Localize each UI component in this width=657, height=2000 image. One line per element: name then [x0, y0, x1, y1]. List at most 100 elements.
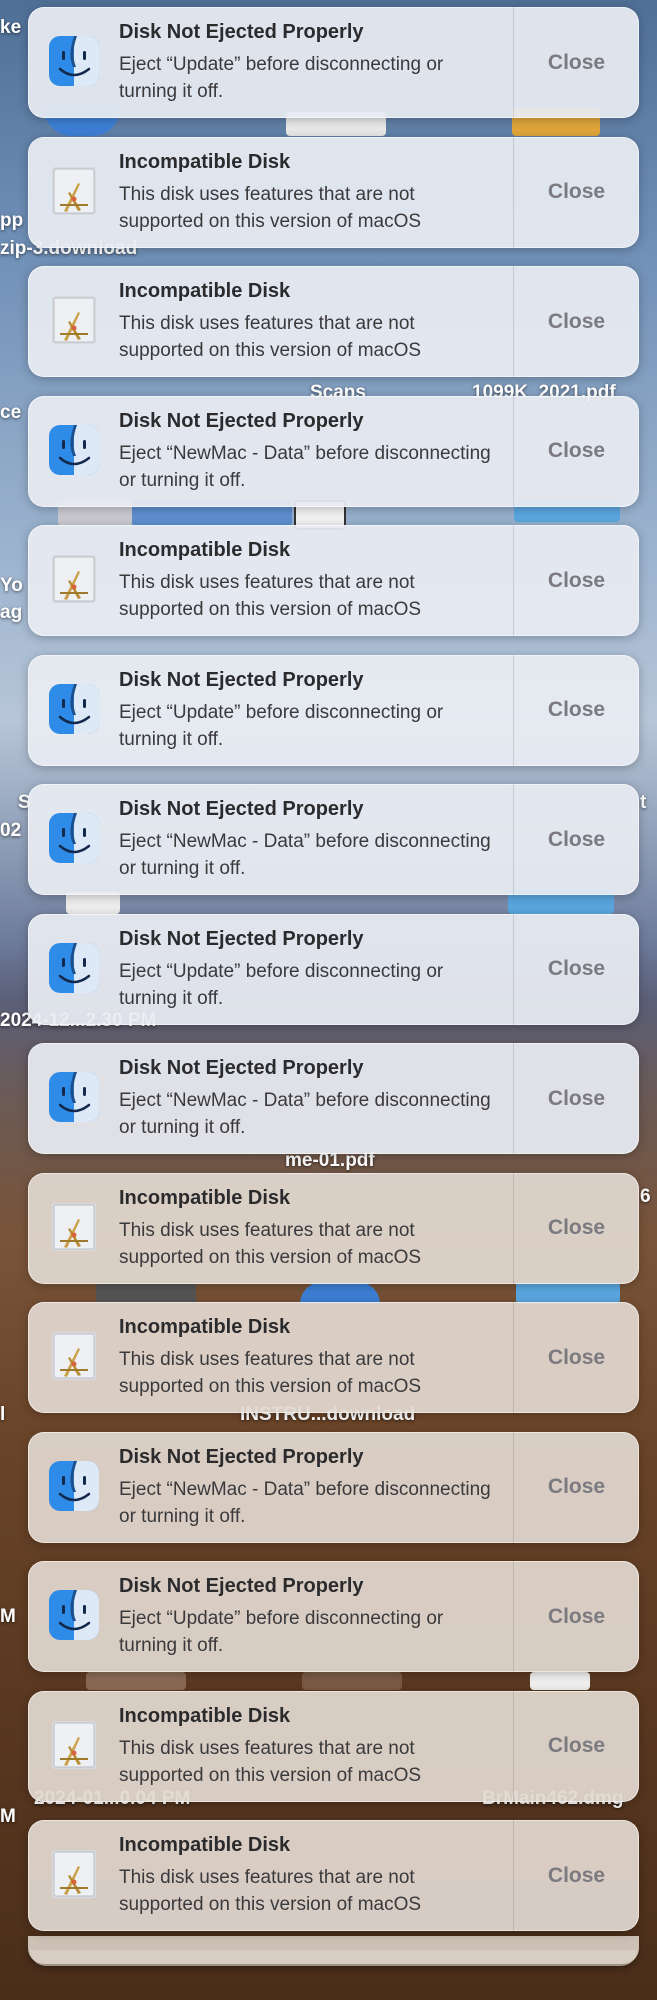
notification-title: Incompatible Disk	[119, 280, 291, 302]
incompatible-disk-notification[interactable]: Incompatible Disk This disk uses features…	[28, 1172, 639, 1284]
finder-icon	[48, 1589, 100, 1641]
notification-content[interactable]: Disk Not Ejected Properly Eject “Update” …	[28, 1561, 513, 1672]
notification-title: Incompatible Disk	[119, 1186, 291, 1209]
notification-content[interactable]: Incompatible Disk This disk uses features…	[28, 525, 513, 636]
close-button[interactable]: Close	[513, 913, 639, 1025]
close-button[interactable]: Close	[513, 525, 639, 636]
disk-not-ejected-notification[interactable]: Disk Not Ejected Properly Eject “Update” …	[28, 913, 639, 1025]
notification-title: Incompatible Disk	[119, 1316, 291, 1338]
notification-message: Eject “Update” before disconnecting or t…	[119, 54, 444, 102]
desktop-label: l	[0, 1404, 6, 1425]
close-button[interactable]: Close	[513, 1302, 639, 1413]
notification-message: This disk uses features that are not sup…	[119, 1349, 422, 1397]
notification-message: Eject “NewMac - Data” before disconnecti…	[119, 831, 491, 879]
disk-utility-icon	[48, 553, 100, 605]
notification-message: Eject “Update” before disconnecting or t…	[119, 701, 444, 750]
notification-title: Disk Not Ejected Properly	[119, 1575, 364, 1597]
close-button[interactable]: Close	[513, 654, 639, 766]
notification-message: Eject “Update” before disconnecting or t…	[119, 1608, 444, 1656]
notification-stack: Disk Not Ejected Properly Eject “Update” …	[28, 7, 639, 1950]
notification-title: Disk Not Ejected Properly	[119, 1057, 364, 1079]
notification-content[interactable]: Incompatible Disk This disk uses features…	[28, 1173, 513, 1284]
notification-title: Disk Not Ejected Properly	[119, 409, 364, 432]
notification-content[interactable]: Disk Not Ejected Properly Eject “NewMac -…	[28, 1432, 513, 1543]
notification-message: This disk uses features that are not sup…	[119, 1219, 422, 1268]
notification-message: Eject “NewMac - Data” before disconnecti…	[119, 442, 491, 491]
notification-content[interactable]: Disk Not Ejected Properly Eject “Update” …	[28, 7, 513, 118]
incompatible-disk-notification[interactable]: Incompatible Disk This disk uses features…	[28, 1302, 639, 1413]
notification-title: Incompatible Disk	[119, 150, 291, 173]
incompatible-disk-notification[interactable]: Incompatible Disk This disk uses features…	[28, 136, 639, 248]
notification-message: Eject “NewMac - Data” before disconnecti…	[119, 1090, 491, 1138]
notification-content[interactable]: Disk Not Ejected Properly Eject “Update” …	[28, 655, 513, 766]
desktop-label: pp	[0, 210, 24, 231]
incompatible-disk-notification[interactable]: Incompatible Disk This disk uses features…	[28, 525, 639, 636]
desktop-label: ag	[0, 602, 23, 623]
desktop-label: M	[0, 1806, 16, 1827]
close-button[interactable]: Close	[513, 784, 639, 895]
notification-content[interactable]: Disk Not Ejected Properly Eject “Update” …	[28, 914, 513, 1025]
notification-message: This disk uses features that are not sup…	[119, 572, 422, 620]
desktop-label: 02	[0, 820, 22, 841]
desktop-label: 6	[640, 1186, 651, 1207]
notification-content[interactable]: Incompatible Disk This disk uses features…	[28, 1820, 513, 1931]
notification-message: This disk uses features that are not sup…	[119, 313, 422, 361]
finder-icon	[48, 812, 100, 864]
close-button[interactable]: Close	[513, 1561, 639, 1672]
desktop-label: Yo	[0, 575, 23, 596]
disk-not-ejected-notification[interactable]: Disk Not Ejected Properly Eject “Update” …	[28, 1561, 639, 1672]
close-button[interactable]: Close	[513, 1690, 639, 1802]
notification-title: Disk Not Ejected Properly	[119, 21, 364, 43]
notification-content[interactable]: Incompatible Disk This disk uses features…	[28, 1302, 513, 1413]
finder-icon	[48, 1071, 100, 1123]
disk-not-ejected-notification[interactable]: Disk Not Ejected Properly Eject “NewMac -…	[28, 1431, 639, 1543]
incompatible-disk-notification[interactable]: Incompatible Disk This disk uses features…	[28, 1820, 639, 1931]
desktop-label: t	[640, 792, 647, 813]
close-button[interactable]: Close	[513, 1172, 639, 1284]
disk-not-ejected-notification[interactable]: Disk Not Ejected Properly Eject “NewMac -…	[28, 395, 639, 507]
notification-message: Eject “NewMac - Data” before disconnecti…	[119, 1478, 491, 1527]
disk-utility-icon	[48, 1719, 100, 1771]
desktop-label: ke	[0, 17, 22, 38]
disk-utility-icon	[48, 1201, 100, 1253]
notification-content[interactable]: Incompatible Disk This disk uses features…	[28, 1691, 513, 1802]
close-button[interactable]: Close	[513, 395, 639, 507]
disk-utility-icon	[48, 1330, 100, 1382]
finder-icon	[48, 683, 100, 735]
notification-message: Eject “Update” before disconnecting or t…	[119, 960, 444, 1009]
disk-not-ejected-notification[interactable]: Disk Not Ejected Properly Eject “Update” …	[28, 654, 639, 766]
finder-icon	[48, 35, 100, 87]
disk-not-ejected-notification[interactable]: Disk Not Ejected Properly Eject “Update” …	[28, 7, 639, 118]
close-button[interactable]: Close	[513, 136, 639, 248]
disk-not-ejected-notification[interactable]: Disk Not Ejected Properly Eject “NewMac -…	[28, 784, 639, 895]
close-button[interactable]: Close	[513, 1820, 639, 1931]
notification-title: Disk Not Ejected Properly	[119, 927, 364, 950]
notification-title: Incompatible Disk	[119, 539, 291, 561]
notification-title: Incompatible Disk	[119, 1704, 291, 1727]
notification-message: This disk uses features that are not sup…	[119, 1737, 422, 1786]
incompatible-disk-notification[interactable]: Incompatible Disk This disk uses features…	[28, 1690, 639, 1802]
notification-message: This disk uses features that are not sup…	[119, 1867, 422, 1915]
finder-icon	[48, 942, 100, 994]
notification-title: Disk Not Ejected Properly	[119, 798, 364, 820]
notification-content[interactable]: Disk Not Ejected Properly Eject “NewMac -…	[28, 1043, 513, 1154]
disk-utility-icon	[48, 1848, 100, 1900]
close-button[interactable]: Close	[513, 7, 639, 118]
notification-message: This disk uses features that are not sup…	[119, 183, 422, 232]
close-button[interactable]: Close	[513, 1043, 639, 1154]
desktop-label: ce	[0, 402, 22, 423]
notification-content[interactable]: Disk Not Ejected Properly Eject “NewMac -…	[28, 396, 513, 507]
finder-icon	[48, 1460, 100, 1512]
close-button[interactable]: Close	[513, 266, 639, 377]
disk-not-ejected-notification[interactable]: Disk Not Ejected Properly Eject “NewMac -…	[28, 1043, 639, 1154]
desktop-label: M	[0, 1606, 16, 1627]
disk-utility-icon	[48, 294, 100, 346]
finder-icon	[48, 424, 100, 476]
notification-content[interactable]: Incompatible Disk This disk uses features…	[28, 137, 513, 248]
notification-title: Disk Not Ejected Properly	[119, 1445, 364, 1468]
notification-content[interactable]: Incompatible Disk This disk uses features…	[28, 266, 513, 377]
incompatible-disk-notification[interactable]: Incompatible Disk This disk uses features…	[28, 266, 639, 377]
notification-title: Disk Not Ejected Properly	[119, 668, 364, 691]
notification-content[interactable]: Disk Not Ejected Properly Eject “NewMac -…	[28, 784, 513, 895]
close-button[interactable]: Close	[513, 1431, 639, 1543]
